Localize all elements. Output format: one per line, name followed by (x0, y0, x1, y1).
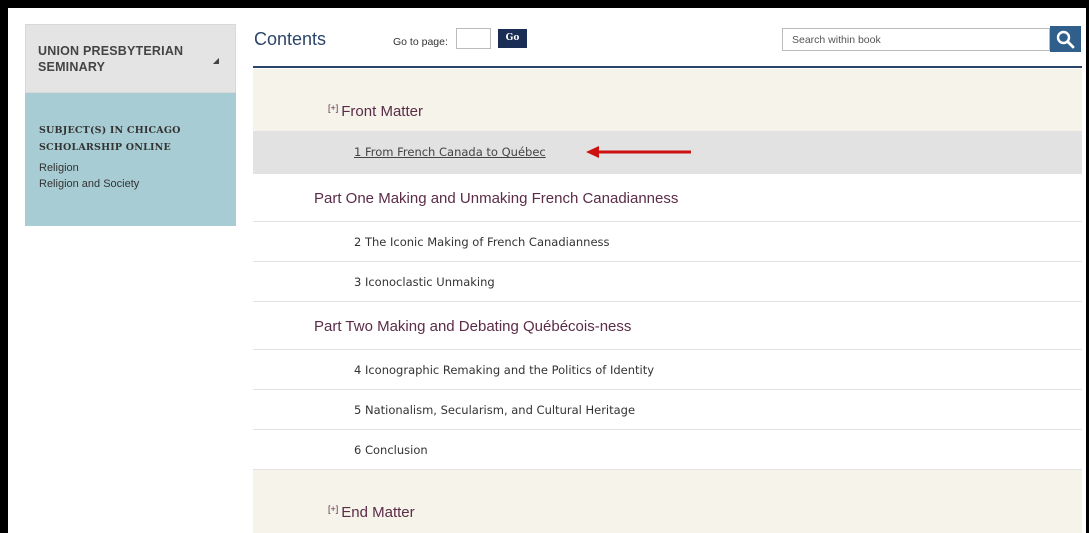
subject-link-religion-and-society[interactable]: Religion and Society (39, 176, 222, 192)
toc-chapter-3: 3 Iconoclastic Unmaking (253, 262, 1082, 302)
toc-chapter-6: 6 Conclusion (253, 430, 1082, 470)
search-icon (1056, 30, 1075, 49)
chapter-2-link[interactable]: 2 The Iconic Making of French Canadianne… (354, 235, 610, 249)
part-2-link[interactable]: Part Two Making and Debating Québécois-n… (314, 318, 631, 335)
chapter-5-link[interactable]: 5 Nationalism, Secularism, and Cultural … (354, 403, 635, 417)
search-button[interactable] (1050, 26, 1081, 52)
toc-part-1: Part One Making and Unmaking French Cana… (253, 174, 1082, 222)
search-within-book-input[interactable] (782, 28, 1050, 51)
chapter-6-link[interactable]: 6 Conclusion (354, 443, 428, 457)
chapter-4-link[interactable]: 4 Iconographic Remaking and the Politics… (354, 363, 654, 377)
expand-icon[interactable]: [+] (328, 103, 338, 113)
front-matter-label[interactable]: Front Matter (341, 103, 423, 120)
institution-name: UNION PRESBYTERIAN SEMINARY (38, 44, 184, 74)
part-1-link[interactable]: Part One Making and Unmaking French Cana… (314, 190, 678, 207)
expand-icon[interactable]: [+] (328, 504, 338, 514)
collapse-caret-icon[interactable]: ◢ (213, 56, 219, 65)
go-button[interactable]: Go (498, 29, 527, 48)
sidebar: UNION PRESBYTERIAN SEMINARY ◢ SUBJECT(S)… (25, 24, 236, 226)
toc-part-2: Part Two Making and Debating Québécois-n… (253, 302, 1082, 350)
page-title: Contents (254, 29, 327, 49)
subject-link-religion[interactable]: Religion (39, 160, 222, 176)
chapter-3-link[interactable]: 3 Iconoclastic Unmaking (354, 275, 495, 289)
goto-page-input[interactable] (456, 28, 491, 49)
subjects-heading: SUBJECT(S) IN CHICAGO SCHOLARSHIP ONLINE (39, 125, 181, 153)
toc-chapter-4: 4 Iconographic Remaking and the Politics… (253, 350, 1082, 390)
chapter-1-link[interactable]: 1 From French Canada to Québec (354, 145, 546, 159)
main-content: Contents Go to page: Go [+]Front Matter … (253, 8, 1082, 533)
header-divider (253, 66, 1082, 68)
page-frame: UNION PRESBYTERIAN SEMINARY ◢ SUBJECT(S)… (8, 8, 1086, 533)
contents-toolbar: Contents Go to page: Go (253, 8, 1082, 69)
toc-chapter-1: 1 From French Canada to Québec (253, 132, 1082, 174)
table-of-contents: [+] Front Matter 1 From French Canada to … (253, 69, 1082, 533)
goto-page-label: Go to page: (393, 36, 448, 48)
toc-chapter-5: 5 Nationalism, Secularism, and Cultural … (253, 390, 1082, 430)
toc-front-matter[interactable]: [+] Front Matter (253, 69, 1082, 132)
annotation-arrow-icon (586, 146, 691, 158)
toc-end-matter[interactable]: [+] End Matter (253, 470, 1082, 533)
toc-chapter-2: 2 The Iconic Making of French Canadianne… (253, 222, 1082, 262)
subjects-panel: SUBJECT(S) IN CHICAGO SCHOLARSHIP ONLINE… (25, 93, 236, 226)
institution-panel[interactable]: UNION PRESBYTERIAN SEMINARY ◢ (25, 24, 236, 93)
end-matter-label[interactable]: End Matter (341, 504, 414, 521)
